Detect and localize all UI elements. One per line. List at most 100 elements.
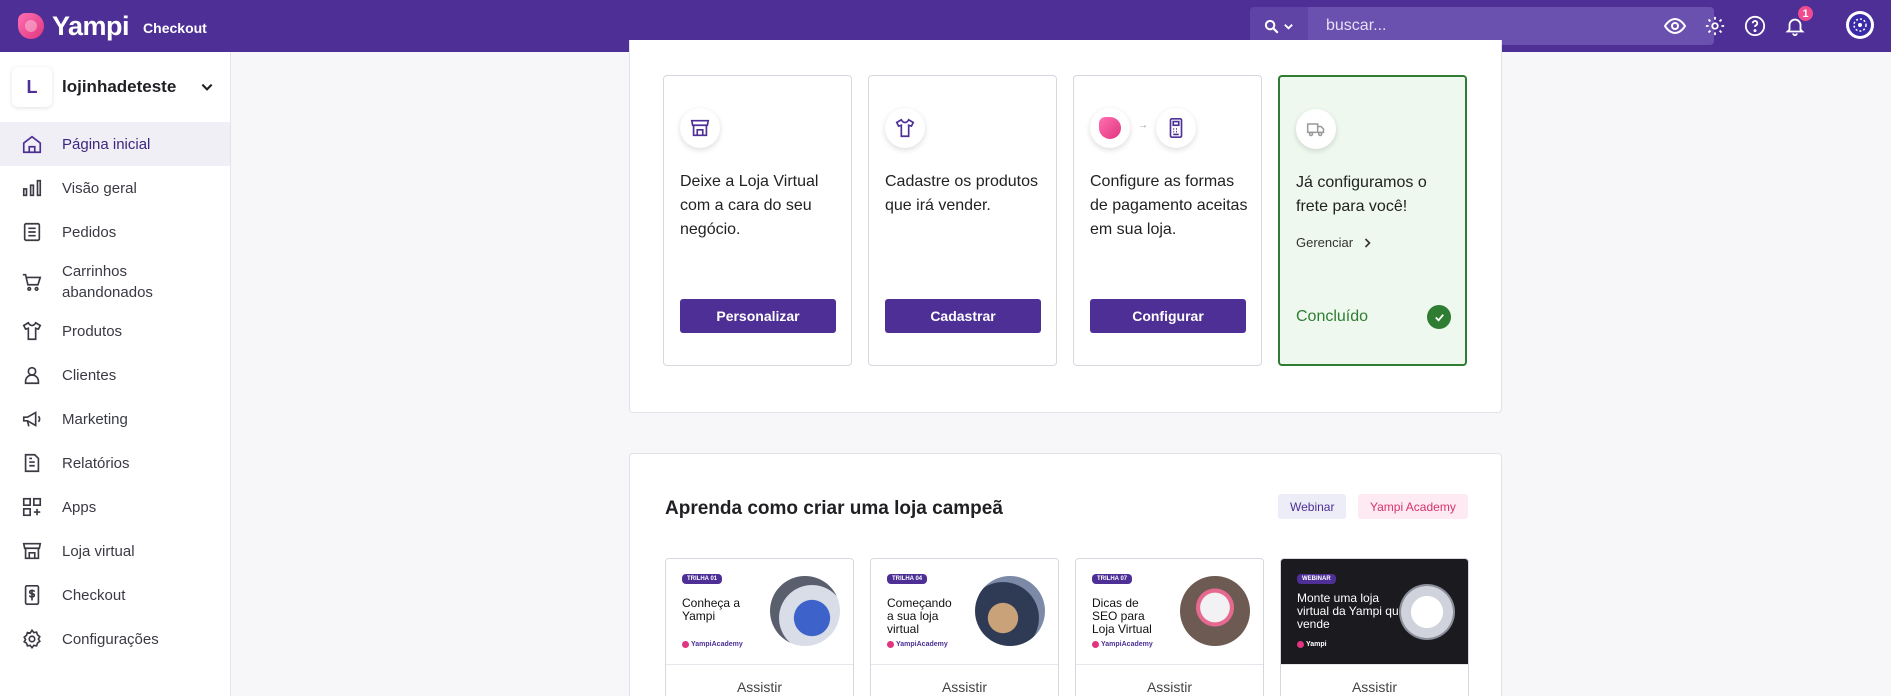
tag-yampi-academy[interactable]: Yampi Academy xyxy=(1358,494,1468,519)
watch-button[interactable]: Assistir xyxy=(1076,665,1263,696)
gear-icon xyxy=(1705,16,1724,35)
video-brand: YampiAcademy xyxy=(682,641,743,648)
video-thumbnail: TRILHA 04 Começando a sua loja virtual Y… xyxy=(871,559,1058,665)
preview-button[interactable] xyxy=(1661,12,1688,39)
video-card[interactable]: WEBINAR Monte uma loja virtual da Yampi … xyxy=(1280,558,1469,696)
bar-chart-icon xyxy=(20,176,44,200)
user-avatar[interactable] xyxy=(1846,11,1874,39)
video-thumbnail: WEBINAR Monte uma loja virtual da Yampi … xyxy=(1281,559,1468,665)
video-tag: WEBINAR xyxy=(1297,574,1336,584)
cart-icon xyxy=(20,270,44,294)
video-photo xyxy=(975,576,1045,646)
sidebar-item-customers[interactable]: Clientes xyxy=(0,353,230,397)
sidebar-item-label: Checkout xyxy=(62,586,126,604)
notification-badge: 1 xyxy=(1798,6,1813,21)
sidebar-item-overview[interactable]: Visão geral xyxy=(0,166,230,210)
list-icon xyxy=(20,220,44,244)
sidebar-item-products[interactable]: Produtos xyxy=(0,309,230,353)
video-brand: YampiAcademy xyxy=(1092,641,1153,648)
video-photo xyxy=(1180,576,1250,646)
step-card-customize: Deixe a Loja Virtual com a cara do seu n… xyxy=(663,75,852,366)
sidebar-item-label: Clientes xyxy=(62,366,117,384)
video-card[interactable]: TRILHA 07 Dicas de SEO para Loja Virtual… xyxy=(1075,558,1264,696)
step-description: Cadastre os produtos que irá vender. xyxy=(885,173,1038,214)
sidebar-item-apps[interactable]: Apps xyxy=(0,485,230,529)
question-icon xyxy=(1744,15,1765,36)
sidebar-item-label: Visão geral xyxy=(62,179,137,197)
tag-webinar[interactable]: Webinar xyxy=(1278,494,1347,519)
sidebar-item-label: Loja virtual xyxy=(62,542,135,560)
help-button[interactable] xyxy=(1741,12,1768,39)
sidebar-item-label: Carrinhos abandonados xyxy=(62,262,153,301)
video-title: Monte uma loja virtual da Yampi que vend… xyxy=(1297,591,1406,631)
sidebar-nav: Página inicial Visão geral Pedidos Carri… xyxy=(0,122,230,661)
brand-subtitle: Checkout xyxy=(143,20,207,36)
sidebar-item-reports[interactable]: Relatórios xyxy=(0,441,230,485)
notifications-button[interactable]: 1 xyxy=(1781,6,1813,39)
settings-button[interactable] xyxy=(1701,12,1728,39)
arrow-right-icon: → xyxy=(1138,120,1148,131)
step-card-products: Cadastre os produtos que irá vender. Cad… xyxy=(868,75,1057,366)
gear-icon xyxy=(20,627,44,651)
watch-button[interactable]: Assistir xyxy=(871,665,1058,696)
video-title: Conheça a Yampi xyxy=(682,596,741,623)
store-icon xyxy=(680,108,720,148)
sidebar: L lojinhadeteste Página inicial Visão ge… xyxy=(0,52,231,696)
video-card[interactable]: TRILHA 01 Conheça a Yampi YampiAcademy A… xyxy=(665,558,854,696)
video-tag: TRILHA 01 xyxy=(682,574,723,584)
payment-terminal-icon xyxy=(1156,108,1196,148)
store-avatar: L xyxy=(12,67,52,107)
chevron-down-icon xyxy=(201,83,213,91)
customize-button[interactable]: Personalizar xyxy=(680,299,836,333)
sidebar-item-label: Produtos xyxy=(62,322,123,340)
video-thumbnail: TRILHA 07 Dicas de SEO para Loja Virtual… xyxy=(1076,559,1263,665)
video-card[interactable]: TRILHA 04 Começando a sua loja virtual Y… xyxy=(870,558,1059,696)
video-thumbnail: TRILHA 01 Conheça a Yampi YampiAcademy xyxy=(666,559,853,665)
sidebar-item-virtual-store[interactable]: Loja virtual xyxy=(0,529,230,573)
yampi-logo-icon xyxy=(18,13,44,39)
video-brand: Yampi xyxy=(1297,641,1327,648)
megaphone-icon xyxy=(20,407,44,431)
step-description: Já configuramos o frete para você! xyxy=(1296,174,1427,215)
sidebar-item-label: Apps xyxy=(62,498,97,516)
sidebar-item-abandoned-carts[interactable]: Carrinhos abandonados xyxy=(0,254,230,309)
video-brand: YampiAcademy xyxy=(887,641,948,648)
onboarding-steps-panel: Deixe a Loja Virtual com a cara do seu n… xyxy=(629,40,1502,413)
avatar-pattern-icon xyxy=(1849,14,1871,36)
store-name: lojinhadeteste xyxy=(62,77,177,96)
video-brand-label: YampiAcademy xyxy=(691,641,743,648)
step-card-payments: → Configure as formas de pagamento aceit… xyxy=(1073,75,1262,366)
watch-button[interactable]: Assistir xyxy=(666,665,853,696)
store-selector[interactable]: L lojinhadeteste xyxy=(0,52,230,122)
sidebar-item-checkout[interactable]: Checkout xyxy=(0,573,230,617)
video-title: Dicas de SEO para Loja Virtual xyxy=(1092,596,1152,636)
learn-panel: Aprenda como criar uma loja campeã Webin… xyxy=(629,453,1502,696)
completed-status: Concluído xyxy=(1296,308,1369,325)
sidebar-item-settings[interactable]: Configurações xyxy=(0,617,230,661)
configure-button[interactable]: Configurar xyxy=(1090,299,1246,333)
sidebar-item-marketing[interactable]: Marketing xyxy=(0,397,230,441)
sidebar-item-label: Configurações xyxy=(62,630,159,648)
yampi-logo-icon xyxy=(682,641,689,648)
sidebar-item-label: Relatórios xyxy=(62,454,130,472)
sidebar-item-orders[interactable]: Pedidos xyxy=(0,210,230,254)
search-icon xyxy=(1264,19,1279,33)
watch-button[interactable]: Assistir xyxy=(1281,665,1468,696)
apps-icon xyxy=(20,495,44,519)
yampi-logo-icon xyxy=(887,641,894,648)
shirt-icon xyxy=(885,108,925,148)
register-button[interactable]: Cadastrar xyxy=(885,299,1041,333)
home-icon xyxy=(20,132,44,156)
video-tag: TRILHA 04 xyxy=(887,574,928,584)
step-description: Configure as formas de pagamento aceitas… xyxy=(1090,173,1248,238)
sidebar-item-home[interactable]: Página inicial xyxy=(0,122,230,166)
manage-shipping-link[interactable]: Gerenciar xyxy=(1296,235,1372,250)
truck-icon xyxy=(1296,109,1336,149)
video-brand-label: YampiAcademy xyxy=(1101,641,1153,648)
video-brand-label: YampiAcademy xyxy=(896,641,948,648)
document-icon xyxy=(20,451,44,475)
brand-name: Yampi xyxy=(52,10,130,41)
check-icon xyxy=(1427,305,1451,329)
video-brand-label: Yampi xyxy=(1306,641,1327,648)
brand[interactable]: Yampi Checkout xyxy=(18,11,207,42)
